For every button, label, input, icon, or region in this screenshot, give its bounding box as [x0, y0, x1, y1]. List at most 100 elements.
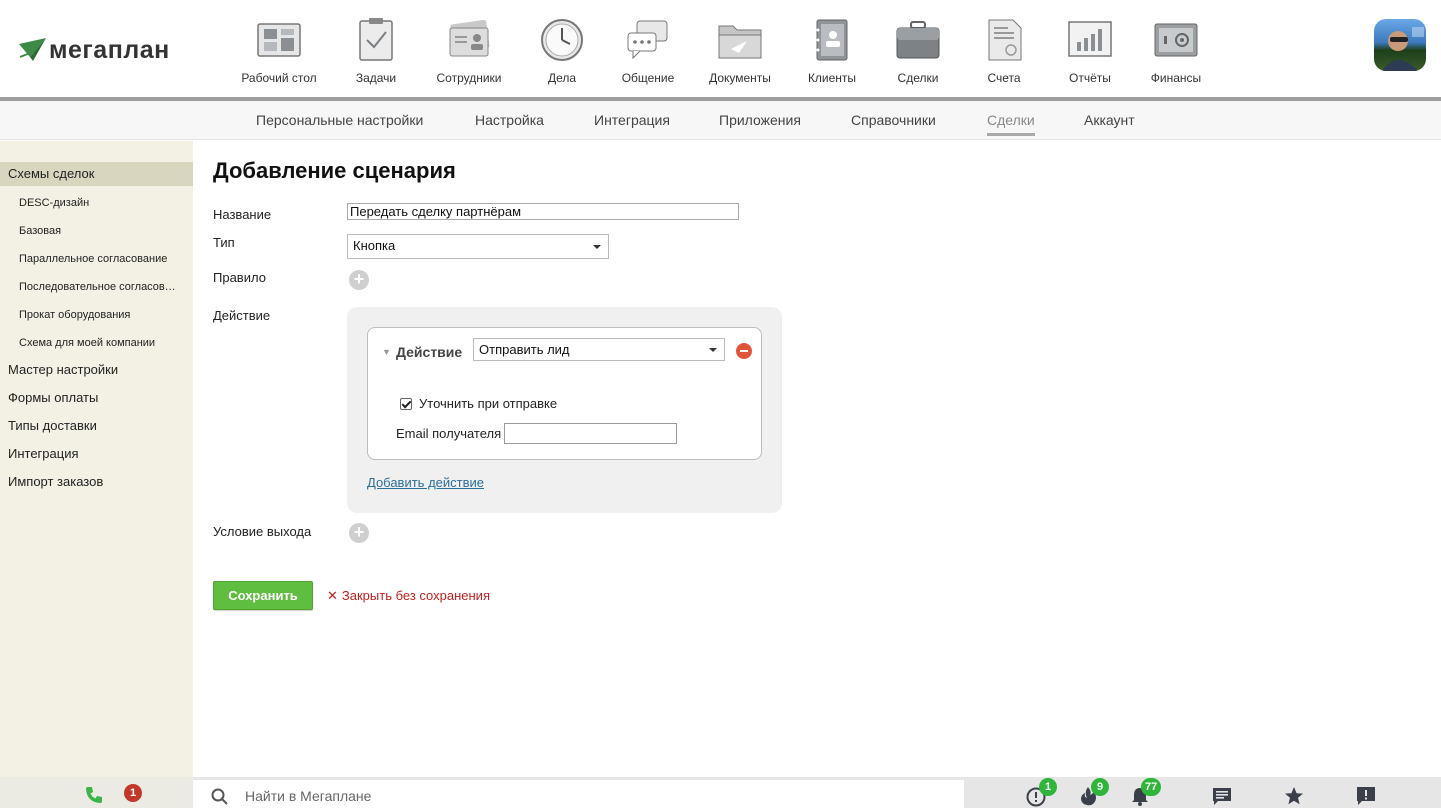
- safe-icon: [1154, 23, 1198, 57]
- subnav-deals[interactable]: Сделки: [987, 112, 1035, 136]
- sidebar-item-setup-wizard[interactable]: Мастер настройки: [0, 358, 193, 382]
- type-select-value: Кнопка: [353, 238, 396, 253]
- sidebar-item-order-import[interactable]: Импорт заказов: [0, 470, 193, 494]
- megaplan-logo[interactable]: мегаплан: [18, 33, 178, 65]
- module-label: Документы: [709, 71, 771, 85]
- top-bar: мегаплан Рабочий стол Задачи Сотрудники …: [0, 0, 1441, 97]
- notifications-button[interactable]: 77: [1129, 778, 1162, 807]
- invoice-icon: [988, 19, 1022, 61]
- main-content: Добавление сценария Название Тип Кнопка …: [193, 141, 1441, 777]
- sidebar-item-integration[interactable]: Интеграция: [0, 442, 193, 466]
- module-label: Счета: [987, 71, 1021, 85]
- recipient-email-input[interactable]: [504, 423, 677, 444]
- recipient-email-label: Email получателя: [396, 426, 502, 441]
- settings-subnav: Персональные настройки Настройка Интегра…: [0, 101, 1441, 140]
- plus-icon: +: [353, 269, 365, 289]
- page-title: Добавление сценария: [213, 158, 456, 183]
- module-label: Рабочий стол: [241, 71, 317, 85]
- remove-action-button[interactable]: [736, 343, 752, 359]
- module-desktop[interactable]: Рабочий стол: [235, 14, 323, 90]
- action-card: ▼ Действие Отправить лид Уточнить при от…: [367, 327, 762, 460]
- close-without-saving-link[interactable]: ✕ Закрыть без сохранения: [327, 588, 490, 604]
- module-documents[interactable]: Документы: [702, 14, 778, 90]
- rule-label: Правило: [213, 270, 266, 285]
- sidebar-item-equipment-rental[interactable]: Прокат оборудования: [0, 304, 193, 326]
- subnav-integration[interactable]: Интеграция: [594, 112, 670, 128]
- sidebar-item-parallel-approval[interactable]: Параллельное согласование: [0, 248, 193, 270]
- bottom-left-panel: 1: [0, 777, 193, 808]
- module-clients[interactable]: Клиенты: [800, 14, 864, 90]
- tasks-icon: [359, 18, 393, 61]
- module-label: Клиенты: [807, 71, 857, 85]
- subnav-applications[interactable]: Приложения: [719, 112, 801, 128]
- module-label: Общение: [621, 71, 675, 85]
- subnav-settings[interactable]: Настройка: [475, 112, 544, 128]
- close-without-saving-label: Закрыть без сохранения: [341, 588, 490, 603]
- module-label: Дела: [547, 71, 577, 85]
- module-deeds[interactable]: Дела: [534, 14, 590, 90]
- hot-button[interactable]: 9: [1077, 778, 1109, 807]
- add-action-link[interactable]: Добавить действие: [367, 475, 484, 490]
- type-label: Тип: [213, 235, 235, 250]
- module-invoices[interactable]: Счета: [978, 14, 1030, 90]
- module-communication[interactable]: Общение: [617, 14, 679, 90]
- notifications-count-badge: 77: [1141, 778, 1162, 796]
- collapse-triangle-icon[interactable]: ▼: [382, 347, 391, 357]
- clarify-on-send-checkbox[interactable]: [400, 398, 412, 410]
- action-card-title: Действие: [396, 344, 463, 360]
- briefcase-icon: [896, 21, 940, 59]
- alerts-button[interactable]: 1: [1025, 778, 1057, 807]
- action-type-select[interactable]: Отправить лид: [473, 338, 725, 361]
- close-icon: ✕: [327, 588, 338, 603]
- contacts-icon: [816, 19, 848, 61]
- message-icon: [1213, 788, 1231, 805]
- module-label: Финансы: [1150, 71, 1202, 85]
- add-rule-button[interactable]: +: [349, 270, 369, 290]
- messages-button[interactable]: [1211, 785, 1233, 807]
- plus-icon: +: [353, 522, 365, 542]
- hot-count-badge: 9: [1091, 778, 1109, 796]
- user-photo: [1382, 27, 1424, 71]
- subnav-directories[interactable]: Справочники: [851, 112, 936, 128]
- phone-icon[interactable]: [84, 785, 104, 805]
- name-label: Название: [213, 207, 272, 222]
- bottom-bar: 1 Найти в Мегаплане 1 9 77: [0, 777, 1441, 808]
- chat-icon: [627, 20, 668, 60]
- action-type-value: Отправить лид: [479, 342, 570, 357]
- favorites-button[interactable]: [1283, 785, 1305, 807]
- search-placeholder: Найти в Мегаплане: [245, 788, 372, 804]
- feedback-button[interactable]: [1355, 785, 1377, 807]
- sidebar-item-delivery-types[interactable]: Типы доставки: [0, 414, 193, 438]
- sidebar-item-sequential-approval[interactable]: Последовательное согласование: [0, 276, 193, 298]
- sidebar-item-my-company-scheme[interactable]: Схема для моей компании: [0, 332, 193, 354]
- clock-icon: [541, 19, 583, 61]
- desktop-icon: [257, 23, 301, 57]
- type-select[interactable]: Кнопка: [347, 234, 609, 259]
- global-search[interactable]: Найти в Мегаплане: [193, 780, 964, 808]
- missed-calls-badge[interactable]: 1: [124, 784, 142, 802]
- logo-text: мегаплан: [49, 36, 170, 64]
- module-label: Отчёты: [1069, 71, 1111, 85]
- sidebar-item-basic[interactable]: Базовая: [0, 220, 193, 242]
- add-exit-condition-button[interactable]: +: [349, 523, 369, 543]
- name-input[interactable]: [347, 203, 739, 220]
- subnav-personal-settings[interactable]: Персональные настройки: [256, 112, 423, 128]
- search-icon: [211, 788, 228, 805]
- sidebar-item-deal-schemes[interactable]: Схемы сделок: [0, 162, 193, 186]
- sidebar: Схемы сделок DESC-дизайн Базовая Паралле…: [0, 141, 193, 777]
- alerts-count-badge: 1: [1039, 778, 1057, 796]
- module-label: Сотрудники: [436, 71, 502, 85]
- sidebar-item-desc-design[interactable]: DESC-дизайн: [0, 192, 193, 214]
- save-button[interactable]: Сохранить: [213, 581, 313, 610]
- chevron-down-icon: [593, 245, 601, 249]
- module-label: Задачи: [355, 71, 397, 85]
- module-deals[interactable]: Сделки: [888, 14, 948, 90]
- module-finance[interactable]: Финансы: [1144, 14, 1208, 90]
- paper-plane-icon: [19, 38, 46, 61]
- module-employees[interactable]: Сотрудники: [428, 14, 510, 90]
- sidebar-item-payment-forms[interactable]: Формы оплаты: [0, 386, 193, 410]
- subnav-account[interactable]: Аккаунт: [1084, 112, 1135, 128]
- user-avatar[interactable]: [1374, 19, 1426, 71]
- module-reports[interactable]: Отчёты: [1060, 14, 1120, 90]
- module-tasks[interactable]: Задачи: [340, 14, 412, 90]
